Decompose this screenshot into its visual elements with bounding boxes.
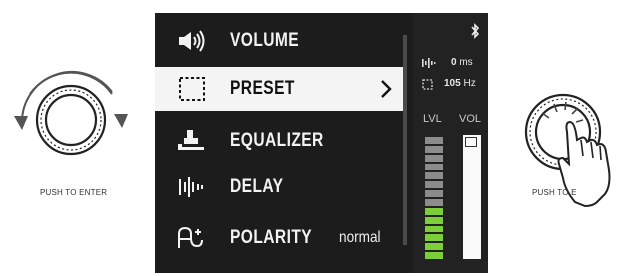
left-rotary-knob[interactable]	[0, 70, 150, 200]
menu-item-volume[interactable]: VOLUME	[155, 19, 407, 63]
level-meter	[425, 137, 443, 261]
left-knob-caption: PUSH TO ENTER	[40, 188, 108, 197]
dashed-square-icon	[179, 77, 205, 101]
level-meter-segment	[425, 181, 443, 189]
menu-item-label: VOLUME	[230, 30, 300, 51]
delay-unit: ms	[459, 57, 473, 68]
level-meter-segment	[425, 172, 443, 180]
menu-item-polarity[interactable]: POLARITY normal	[155, 216, 407, 260]
crossover-status-icon	[422, 79, 433, 90]
menu-item-preset[interactable]: PRESET	[155, 67, 407, 111]
level-meter-segment	[425, 243, 443, 251]
level-meter-segment	[425, 234, 443, 242]
right-rotary-knob[interactable]	[505, 60, 640, 250]
level-meter-segment	[425, 207, 443, 215]
crossover-readout: 105 Hz	[444, 78, 476, 89]
menu-item-label: EQUALIZER	[230, 130, 324, 151]
delay-status-icon	[422, 58, 436, 68]
level-meter-segment	[425, 137, 443, 144]
menu-item-delay[interactable]: DELAY	[155, 165, 407, 209]
volume-meter-cap	[465, 137, 477, 147]
menu-item-label: POLARITY	[230, 227, 313, 248]
menu-item-label: DELAY	[230, 176, 284, 197]
level-meter-segment	[425, 190, 443, 197]
level-meter-segment	[425, 145, 443, 153]
settings-menu: VOLUME PRESET EQUALIZER DELAY POLARITY n…	[155, 13, 407, 273]
menu-item-equalizer[interactable]: EQUALIZER	[155, 119, 407, 163]
vol-label: VOL	[459, 113, 482, 125]
push-knob-icon	[524, 93, 611, 208]
delay-icon	[179, 177, 203, 197]
polarity-icon	[178, 226, 203, 248]
delay-value: 0	[451, 57, 457, 68]
level-meter-segment	[425, 154, 443, 162]
level-meter-segment	[425, 252, 443, 259]
level-meter-segment	[425, 199, 443, 206]
status-panel: 0 ms 105 Hz LVL VOL	[413, 13, 488, 273]
polarity-value: normal	[339, 229, 381, 246]
chevron-right-icon	[381, 80, 392, 98]
device-display: VOLUME PRESET EQUALIZER DELAY POLARITY n…	[155, 13, 488, 273]
crossover-unit: Hz	[463, 78, 476, 89]
delay-readout: 0 ms	[451, 57, 473, 68]
right-knob-caption: PUSH TO E	[532, 188, 577, 197]
lvl-label: LVL	[423, 113, 442, 125]
crossover-value: 105	[444, 78, 461, 89]
level-meter-segment	[425, 163, 443, 171]
equalizer-icon	[178, 130, 204, 150]
menu-scrollbar[interactable]	[403, 35, 407, 245]
menu-item-label: PRESET	[230, 78, 295, 99]
level-meter-segment	[425, 216, 443, 224]
level-meter-segment	[425, 225, 443, 233]
volume-meter	[463, 135, 481, 259]
speaker-icon	[179, 30, 205, 52]
rotate-knob-icon	[14, 71, 128, 156]
bluetooth-icon	[471, 23, 480, 39]
